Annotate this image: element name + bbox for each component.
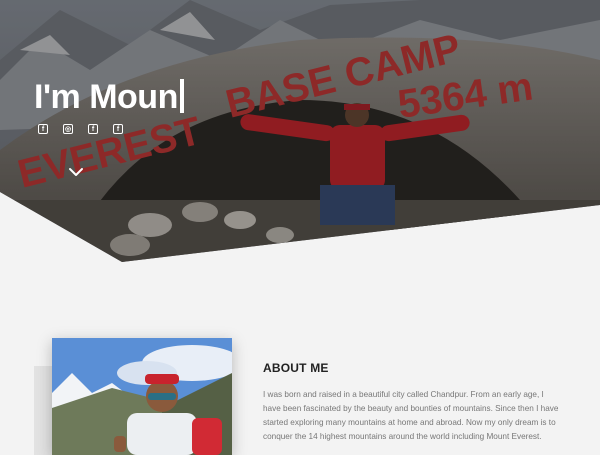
typing-cursor (179, 79, 184, 113)
about-heading: ABOUT ME (263, 361, 329, 375)
social-links: f ◎ f f (38, 124, 123, 134)
facebook-icon[interactable]: f (88, 124, 98, 134)
hero-title-text: I'm Moun (34, 78, 178, 116)
hero-title: I'm Moun (34, 78, 184, 117)
hero-background-photo: BASE CAMP EVEREST 5364 m (0, 0, 600, 262)
about-description: I was born and raised in a beautiful cit… (263, 390, 559, 441)
facebook-icon[interactable]: f (38, 124, 48, 134)
about-photo (52, 338, 232, 455)
photo-accent-block (34, 366, 52, 455)
facebook-icon[interactable]: f (113, 124, 123, 134)
facebook-glyph: f (41, 125, 45, 133)
instagram-glyph: ◎ (64, 125, 72, 133)
facebook-glyph: f (91, 125, 95, 133)
hero-section: BASE CAMP EVEREST 5364 m I'm Moun f ◎ f … (0, 0, 600, 270)
chevron-down-icon[interactable] (68, 166, 84, 178)
instagram-icon[interactable]: ◎ (63, 124, 73, 134)
page: BASE CAMP EVEREST 5364 m I'm Moun f ◎ f … (0, 0, 600, 455)
facebook-glyph: f (116, 125, 120, 133)
